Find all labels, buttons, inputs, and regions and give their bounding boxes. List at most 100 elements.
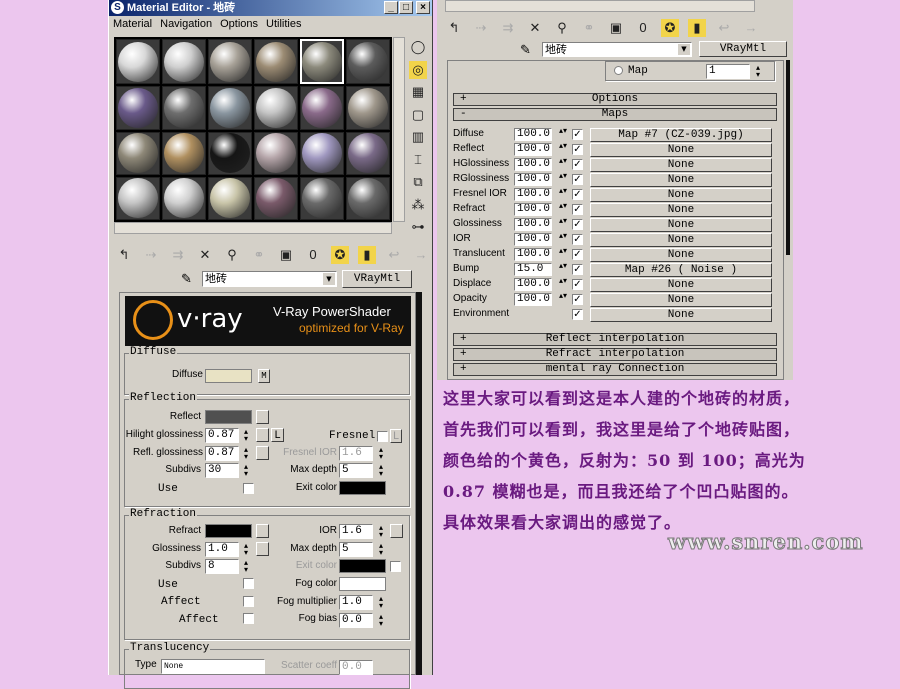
- refract-max-depth-spinner[interactable]: ▴ ▾: [377, 542, 385, 557]
- sample-slot[interactable]: [208, 39, 252, 85]
- make-preview-icon[interactable]: ⌶: [409, 151, 427, 169]
- map-amount-spinner[interactable]: ▴▾: [559, 247, 567, 262]
- sample-uv-icon[interactable]: ▢: [409, 106, 427, 124]
- backlight-icon[interactable]: ◎: [409, 60, 427, 79]
- material-name-input-right[interactable]: 地砖 ▼: [542, 42, 692, 57]
- sample-slot[interactable]: [116, 131, 160, 175]
- go-to-parent-icon[interactable]: ↩: [715, 19, 733, 37]
- fog-multiplier-spinner[interactable]: ▴ ▾: [377, 595, 385, 610]
- minimize-button[interactable]: _: [384, 1, 398, 14]
- reset-icon[interactable]: ✕: [526, 19, 544, 37]
- sample-slot[interactable]: [254, 131, 298, 175]
- ior-map-button[interactable]: [390, 524, 403, 538]
- reflect-map-button[interactable]: [256, 410, 269, 424]
- map-enable-checkbox[interactable]: ✓: [572, 159, 583, 170]
- map-slot-button[interactable]: Map #26 ( Noise ): [590, 263, 772, 277]
- maximize-button[interactable]: □: [399, 1, 413, 14]
- make-copy-icon[interactable]: ⚲: [553, 19, 571, 37]
- map-amount-spinner[interactable]: ▴▾: [559, 187, 567, 202]
- map-slot-button[interactable]: None: [590, 158, 772, 172]
- sample-slot[interactable]: [116, 86, 160, 130]
- reflect-use-checkbox[interactable]: [243, 483, 254, 494]
- refract-exit-color-checkbox[interactable]: [390, 561, 401, 572]
- sample-slot[interactable]: [346, 39, 390, 85]
- chevron-down-icon[interactable]: ▼: [678, 44, 690, 55]
- reflect-interpolation-header[interactable]: + Reflect interpolation: [453, 333, 777, 346]
- map-amount-spinner[interactable]: ▴▾: [559, 292, 567, 307]
- map-enable-checkbox[interactable]: ✓: [572, 234, 583, 245]
- map-enable-checkbox[interactable]: ✓: [572, 294, 583, 305]
- map-amount-spinner[interactable]: ▴▾: [559, 232, 567, 247]
- video-check-icon[interactable]: ▥: [409, 128, 427, 146]
- map-amount-input[interactable]: 100.0: [514, 248, 552, 261]
- map-channel-spinner[interactable]: ▴ ▾: [754, 64, 762, 79]
- go-forward-icon[interactable]: →: [412, 246, 430, 264]
- material-name-input[interactable]: 地砖 ▼: [202, 271, 337, 287]
- fog-bias-input[interactable]: 0.0: [339, 613, 373, 628]
- map-amount-input[interactable]: 100.0: [514, 233, 552, 246]
- fog-multiplier-input[interactable]: 1.0: [339, 595, 373, 610]
- map-amount-input[interactable]: 100.0: [514, 188, 552, 201]
- hilight-glossiness-spinner[interactable]: ▴ ▾: [242, 428, 250, 443]
- sample-slot[interactable]: [254, 176, 298, 220]
- mental-ray-connection-header[interactable]: + mental ray Connection: [453, 363, 777, 376]
- map-amount-input[interactable]: 100.0: [514, 203, 552, 216]
- options-rollout-header[interactable]: + Options: [453, 93, 777, 106]
- map-enable-checkbox[interactable]: ✓: [572, 204, 583, 215]
- make-copy-icon[interactable]: ⚲: [223, 246, 241, 264]
- map-amount-spinner[interactable]: ▴▾: [559, 172, 567, 187]
- panel-scrollbar[interactable]: [786, 60, 790, 255]
- map-enable-checkbox[interactable]: ✓: [572, 264, 583, 275]
- reflect-max-depth-spinner[interactable]: ▴ ▾: [377, 463, 385, 478]
- map-enable-checkbox[interactable]: ✓: [572, 249, 583, 260]
- put-to-library-icon[interactable]: ▣: [277, 246, 295, 264]
- sample-slot[interactable]: [300, 131, 344, 175]
- refract-exit-color-swatch[interactable]: [339, 559, 386, 573]
- sample-slot[interactable]: [162, 176, 206, 220]
- background-icon[interactable]: ▦: [409, 83, 427, 101]
- hilight-glossiness-input[interactable]: 0.87: [205, 428, 239, 443]
- map-slot-button[interactable]: None: [590, 308, 772, 322]
- fog-color-swatch[interactable]: [339, 577, 386, 591]
- material-type-button-right[interactable]: VRayMtl: [699, 41, 787, 57]
- reflect-subdivs-input[interactable]: 30: [205, 463, 239, 478]
- map-enable-checkbox[interactable]: ✓: [572, 174, 583, 185]
- show-map-icon[interactable]: ✪: [661, 19, 679, 37]
- sample-slot[interactable]: [346, 86, 390, 130]
- eyedropper-icon[interactable]: ✎: [181, 271, 192, 287]
- put-to-library-icon[interactable]: ▣: [607, 19, 625, 37]
- map-amount-input[interactable]: 100.0: [514, 218, 552, 231]
- top-horizontal-scrollbar[interactable]: [445, 0, 755, 12]
- map-channel-input[interactable]: 1: [706, 64, 750, 79]
- chevron-down-icon[interactable]: ▼: [323, 273, 335, 285]
- map-enable-checkbox[interactable]: ✓: [572, 144, 583, 155]
- map-amount-spinner[interactable]: ▴▾: [559, 157, 567, 172]
- refract-use-checkbox[interactable]: [243, 578, 254, 589]
- refract-glossiness-input[interactable]: 1.0: [205, 542, 239, 557]
- put-to-scene-icon[interactable]: ⇢: [472, 19, 490, 37]
- menu-utilities[interactable]: Utilities: [266, 18, 301, 30]
- refract-glossiness-spinner[interactable]: ▴ ▾: [242, 542, 250, 557]
- map-amount-spinner[interactable]: ▴▾: [559, 277, 567, 292]
- material-effects-channel-icon[interactable]: 0: [304, 246, 322, 264]
- affect-alpha-checkbox[interactable]: [243, 613, 254, 624]
- select-by-material-icon[interactable]: ⁂: [409, 196, 427, 214]
- map-slot-button[interactable]: None: [590, 188, 772, 202]
- scatter-coeff-input[interactable]: 0.0: [339, 660, 373, 675]
- sample-type-icon[interactable]: ◯: [409, 38, 427, 56]
- sample-slot[interactable]: [208, 131, 252, 175]
- menu-navigation[interactable]: Navigation: [160, 18, 212, 30]
- sample-slot[interactable]: [300, 86, 344, 130]
- fog-bias-spinner[interactable]: ▴ ▾: [377, 613, 385, 628]
- map-amount-input[interactable]: 100.0: [514, 143, 552, 156]
- map-slot-button[interactable]: None: [590, 218, 772, 232]
- map-amount-input[interactable]: 100.0: [514, 173, 552, 186]
- show-end-result-icon[interactable]: ▮: [688, 19, 706, 37]
- show-end-result-icon[interactable]: ▮: [358, 246, 376, 264]
- refract-color-swatch[interactable]: [205, 524, 252, 538]
- go-forward-icon[interactable]: →: [742, 19, 760, 37]
- refl-glossiness-input[interactable]: 0.87: [205, 446, 239, 461]
- slots-vertical-scrollbar[interactable]: [393, 37, 405, 222]
- material-effects-channel-icon[interactable]: 0: [634, 19, 652, 37]
- map-amount-input[interactable]: 100.0: [514, 128, 552, 141]
